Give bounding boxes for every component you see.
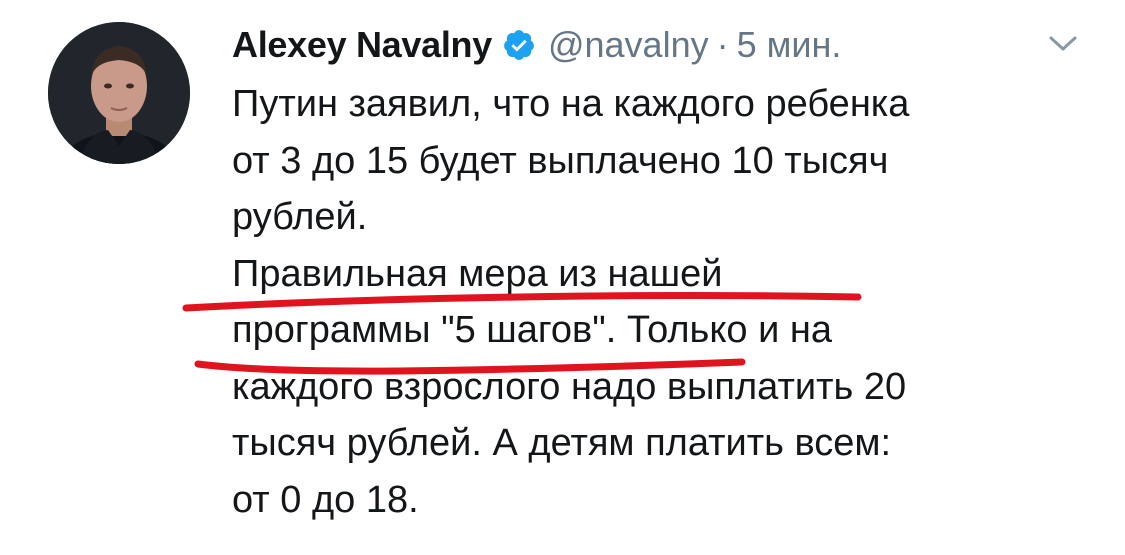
user-handle[interactable]: @navalny xyxy=(548,24,709,66)
tweet-header: Alexey Navalny @navalny · 5 мин. xyxy=(232,20,841,70)
timestamp[interactable]: 5 мин. xyxy=(737,24,842,66)
tweet-text-line: программы "5 шагов". Только и на xyxy=(232,309,833,351)
tweet-text: Путин заявил, что на каждого ребенка от … xyxy=(232,76,1092,528)
tweet-text-line: Правильная мера из нашей xyxy=(232,252,723,295)
avatar[interactable] xyxy=(48,22,190,164)
tweet-text-line: рублей. xyxy=(232,196,368,238)
tweet-text-line: каждого взрослого надо выплатить 20 xyxy=(232,365,907,408)
chevron-down-icon[interactable] xyxy=(1045,32,1081,56)
display-name[interactable]: Alexey Navalny xyxy=(232,24,492,66)
separator-dot: · xyxy=(716,24,729,65)
avatar-photo xyxy=(48,22,190,164)
tweet-text-line: тысяч рублей. А детям платить всем: xyxy=(232,422,892,464)
tweet-text-line: от 0 до 18. xyxy=(232,478,419,521)
tweet[interactable]: Alexey Navalny @navalny · 5 мин. Путин з… xyxy=(0,0,1125,555)
verified-badge-icon xyxy=(502,28,536,62)
tweet-text-line: Путин заявил, что на каждого ребенка xyxy=(232,83,910,125)
tweet-text-line: от 3 до 15 будет выплачено 10 тысяч xyxy=(232,139,889,182)
